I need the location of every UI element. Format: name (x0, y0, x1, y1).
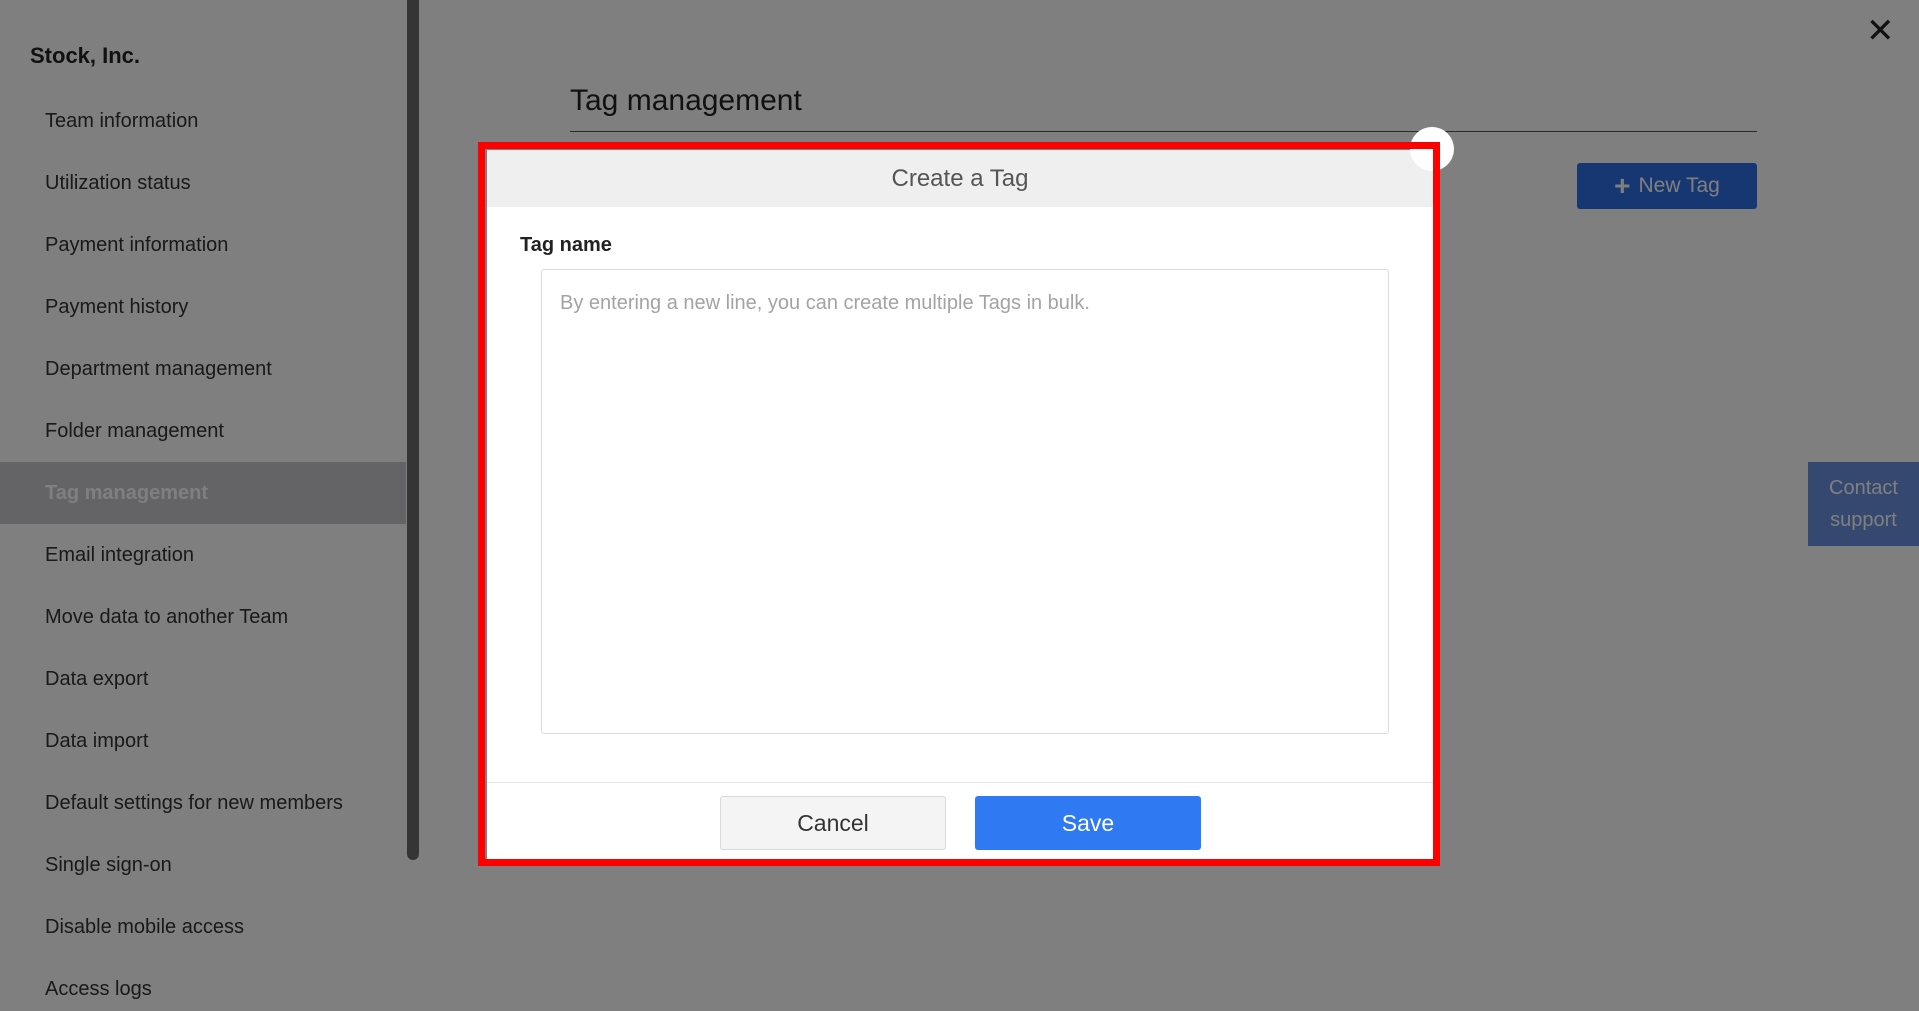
tag-name-label: Tag name (520, 234, 612, 256)
create-tag-dialog: Create a Tag Tag name Cancel Save (487, 150, 1433, 859)
dialog-title: Create a Tag (487, 150, 1433, 207)
dialog-close-button[interactable] (1410, 127, 1454, 171)
dialog-footer: Cancel Save (487, 782, 1433, 859)
cancel-button[interactable]: Cancel (720, 796, 946, 850)
save-button[interactable]: Save (975, 796, 1201, 850)
tag-name-input[interactable] (541, 269, 1389, 734)
